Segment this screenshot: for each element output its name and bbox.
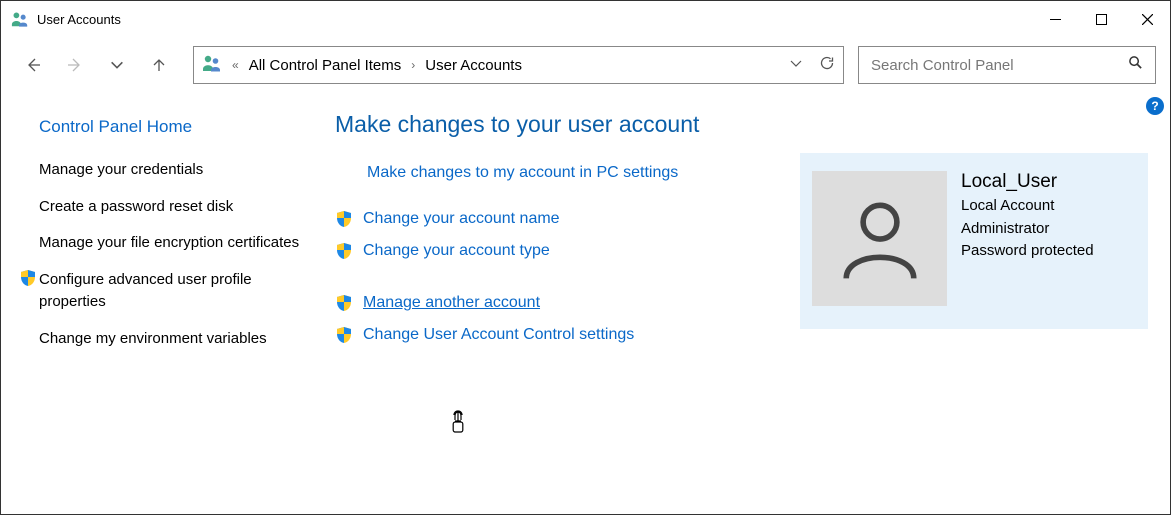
- chevron-right-icon[interactable]: ›: [411, 58, 415, 72]
- page-heading: Make changes to your user account: [335, 111, 788, 138]
- breadcrumb-item[interactable]: All Control Panel Items: [249, 57, 402, 74]
- sidebar-item-encryption[interactable]: Manage your file encryption certificates: [11, 232, 311, 255]
- uac-settings-link[interactable]: Change User Account Control settings: [335, 326, 788, 344]
- cursor-icon: [451, 409, 471, 433]
- sidebar: Control Panel Home Manage your credentia…: [11, 105, 311, 364]
- sidebar-item-env-vars[interactable]: Change my environment variables: [11, 328, 311, 351]
- refresh-button[interactable]: [819, 55, 835, 76]
- address-dropdown[interactable]: [789, 56, 803, 75]
- up-button[interactable]: [141, 47, 177, 83]
- link-label: Change User Account Control settings: [363, 326, 634, 344]
- shield-icon: [335, 242, 353, 260]
- user-info: Local_User Local Account Administrator P…: [961, 171, 1094, 263]
- control-panel-home-link[interactable]: Control Panel Home: [39, 117, 311, 137]
- titlebar-icon: [11, 10, 29, 28]
- sidebar-item-label: Change my environment variables: [39, 328, 267, 351]
- user-name: Local_User: [961, 171, 1094, 193]
- address-bar[interactable]: « All Control Panel Items › User Account…: [193, 46, 844, 84]
- user-card: Local_User Local Account Administrator P…: [800, 153, 1148, 329]
- manage-another-link[interactable]: Manage another account: [335, 294, 788, 312]
- link-label: Change your account name: [363, 210, 560, 228]
- toolbar: « All Control Panel Items › User Account…: [1, 37, 1170, 93]
- window-title: User Accounts: [37, 12, 121, 27]
- user-password-status: Password protected: [961, 240, 1094, 263]
- search-input[interactable]: [871, 57, 1128, 74]
- link-label: Make changes to my account in PC setting…: [367, 164, 678, 182]
- breadcrumb-overflow-icon[interactable]: «: [232, 58, 239, 72]
- window-controls: [1032, 3, 1170, 35]
- minimize-button[interactable]: [1032, 3, 1078, 35]
- close-button[interactable]: [1124, 3, 1170, 35]
- maximize-button[interactable]: [1078, 3, 1124, 35]
- sidebar-item-label: Manage your file encryption certificates: [39, 232, 299, 255]
- addressbar-icon: [202, 54, 222, 77]
- sidebar-item-label: Create a password reset disk: [39, 196, 233, 219]
- content: ? Control Panel Home Manage your credent…: [1, 93, 1170, 364]
- avatar: [812, 171, 947, 306]
- search-box[interactable]: [858, 46, 1156, 84]
- shield-icon: [335, 210, 353, 228]
- main-panel: Make changes to your user account Make c…: [311, 105, 1148, 364]
- link-label: Manage another account: [363, 294, 540, 312]
- forward-button[interactable]: [57, 47, 93, 83]
- recent-dropdown[interactable]: [99, 47, 135, 83]
- breadcrumb-item[interactable]: User Accounts: [425, 57, 522, 74]
- user-role: Administrator: [961, 218, 1094, 241]
- sidebar-item-label: Configure advanced user profile properti…: [39, 269, 311, 314]
- pc-settings-link[interactable]: Make changes to my account in PC setting…: [367, 164, 788, 182]
- shield-icon: [19, 269, 37, 287]
- back-button[interactable]: [15, 47, 51, 83]
- sidebar-item-profile-properties[interactable]: Configure advanced user profile properti…: [11, 269, 311, 314]
- change-name-link[interactable]: Change your account name: [335, 210, 788, 228]
- help-button[interactable]: ?: [1146, 97, 1164, 115]
- sidebar-item-credentials[interactable]: Manage your credentials: [11, 159, 311, 182]
- link-label: Change your account type: [363, 242, 550, 260]
- search-icon[interactable]: [1128, 55, 1143, 75]
- shield-icon: [335, 294, 353, 312]
- titlebar: User Accounts: [1, 1, 1170, 37]
- sidebar-item-label: Manage your credentials: [39, 159, 203, 182]
- change-type-link[interactable]: Change your account type: [335, 242, 788, 260]
- user-type: Local Account: [961, 195, 1094, 218]
- shield-icon: [335, 326, 353, 344]
- sidebar-item-reset-disk[interactable]: Create a password reset disk: [11, 196, 311, 219]
